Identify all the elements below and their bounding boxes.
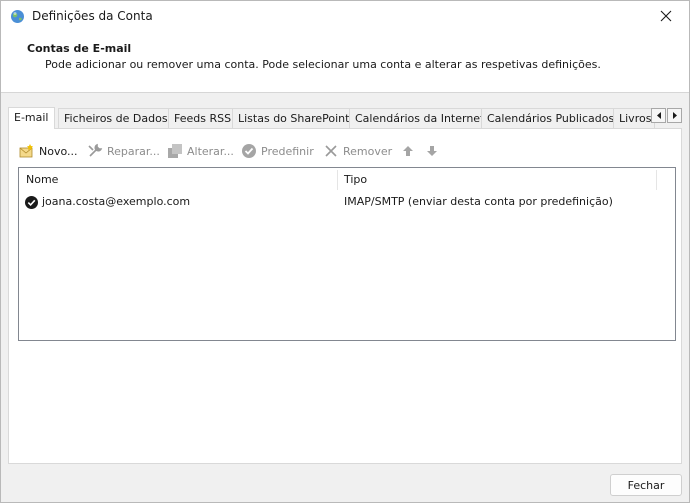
remove-button[interactable]: Remover [323, 142, 392, 160]
close-icon [660, 10, 672, 25]
title-bar: Definições da Conta [1, 1, 689, 33]
new-account-label: Novo... [39, 144, 78, 158]
column-divider[interactable] [656, 170, 657, 190]
account-settings-window: Definições da Conta Contas de E-mail Pod… [0, 0, 690, 503]
checkmark-circle-icon [241, 143, 257, 159]
close-window-button[interactable] [643, 1, 689, 33]
accounts-toolbar: Novo... Reparar... Alterar... Predefinir… [19, 142, 669, 160]
repair-button[interactable]: Reparar... [87, 142, 160, 160]
column-header-name[interactable]: Nome [26, 168, 58, 192]
new-account-button[interactable]: Novo... [19, 142, 78, 160]
change-button[interactable]: Alterar... [167, 142, 234, 160]
tab-sharepoint-lists[interactable]: Listas do SharePoint [232, 108, 356, 128]
arrow-left-icon [656, 109, 662, 122]
set-default-button[interactable]: Predefinir [241, 142, 314, 160]
close-button[interactable]: Fechar [610, 474, 682, 496]
tab-email[interactable]: E-mail [8, 107, 55, 129]
new-account-icon [19, 143, 35, 159]
remove-x-icon [323, 143, 339, 159]
column-header-type[interactable]: Tipo [344, 168, 367, 192]
arrow-down-icon [424, 143, 440, 159]
move-down-button[interactable] [424, 142, 444, 160]
change-label: Alterar... [187, 144, 234, 158]
tab-data-files[interactable]: Ficheiros de Dados [58, 108, 174, 128]
repair-label: Reparar... [107, 144, 160, 158]
section-description: Pode adicionar ou remover uma conta. Pod… [45, 58, 601, 71]
tab-scroll-right-button[interactable] [667, 108, 682, 123]
set-default-label: Predefinir [261, 144, 314, 158]
column-divider[interactable] [337, 170, 338, 190]
account-type: IMAP/SMTP (enviar desta conta por predef… [344, 195, 613, 208]
tab-address-books[interactable]: Livros [613, 108, 655, 128]
tab-published-calendars[interactable]: Calendários Publicados [481, 108, 621, 128]
tab-rss-feeds[interactable]: Feeds RSS [168, 108, 238, 128]
account-row[interactable]: joana.costa@exemplo.com IMAP/SMTP (envia… [19, 192, 675, 212]
globe-icon [10, 9, 25, 24]
tab-scroll-left-button[interactable] [651, 108, 666, 123]
email-tab-panel: Novo... Reparar... Alterar... Predefinir… [8, 128, 682, 464]
tab-strip: E-mail Ficheiros de Dados Feeds RSS List… [8, 107, 682, 129]
dialog-header: Contas de E-mail Pode adicionar ou remov… [1, 33, 689, 93]
wrench-icon [87, 143, 103, 159]
section-title: Contas de E-mail [27, 42, 132, 55]
tab-internet-calendars[interactable]: Calendários da Internet [349, 108, 491, 128]
window-title: Definições da Conta [32, 9, 153, 23]
arrow-right-icon [672, 109, 678, 122]
accounts-list[interactable]: Nome Tipo joana.costa@exemplo.com IMAP/S… [18, 167, 676, 341]
remove-label: Remover [343, 144, 393, 158]
move-up-button[interactable] [400, 142, 420, 160]
account-name: joana.costa@exemplo.com [42, 195, 191, 208]
default-account-check-icon [25, 196, 38, 209]
arrow-up-icon [400, 143, 416, 159]
change-icon [167, 143, 183, 159]
